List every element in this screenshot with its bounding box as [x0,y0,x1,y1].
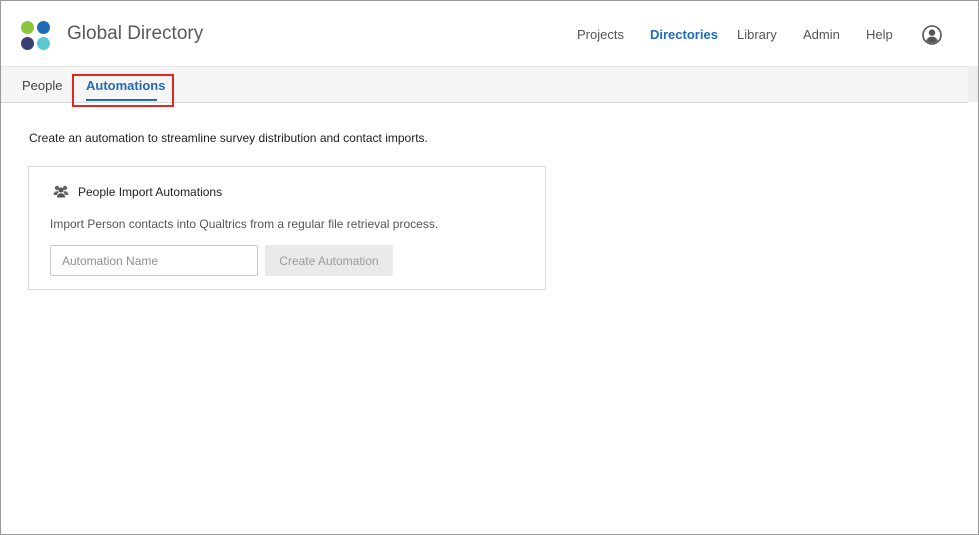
app-title: Global Directory [67,23,204,44]
automation-name-input[interactable] [50,245,258,276]
nav-directories[interactable]: Directories [650,27,718,42]
card-title: People Import Automations [78,185,223,199]
app-logo-icon [21,21,51,51]
nav-help[interactable]: Help [866,27,893,42]
tab-people[interactable]: People [22,78,62,93]
nav-admin[interactable]: Admin [803,27,840,42]
page-intro-text: Create an automation to streamline surve… [29,131,428,145]
active-tab-indicator [86,99,157,101]
nav-projects[interactable]: Projects [577,27,624,42]
nav-library[interactable]: Library [737,27,777,42]
user-circle-icon[interactable] [922,25,942,45]
tab-bar: People Automations [1,66,968,103]
tab-automations[interactable]: Automations [86,78,165,93]
app-window: Global Directory Projects Directories Li… [0,0,979,535]
people-group-icon [53,185,69,198]
card-description: Import Person contacts into Qualtrics fr… [50,217,439,231]
top-header: Global Directory Projects Directories Li… [1,1,968,66]
scrollbar-track[interactable] [968,66,978,102]
people-import-automations-card: People Import Automations Import Person … [28,166,546,290]
create-automation-button[interactable]: Create Automation [265,245,393,276]
